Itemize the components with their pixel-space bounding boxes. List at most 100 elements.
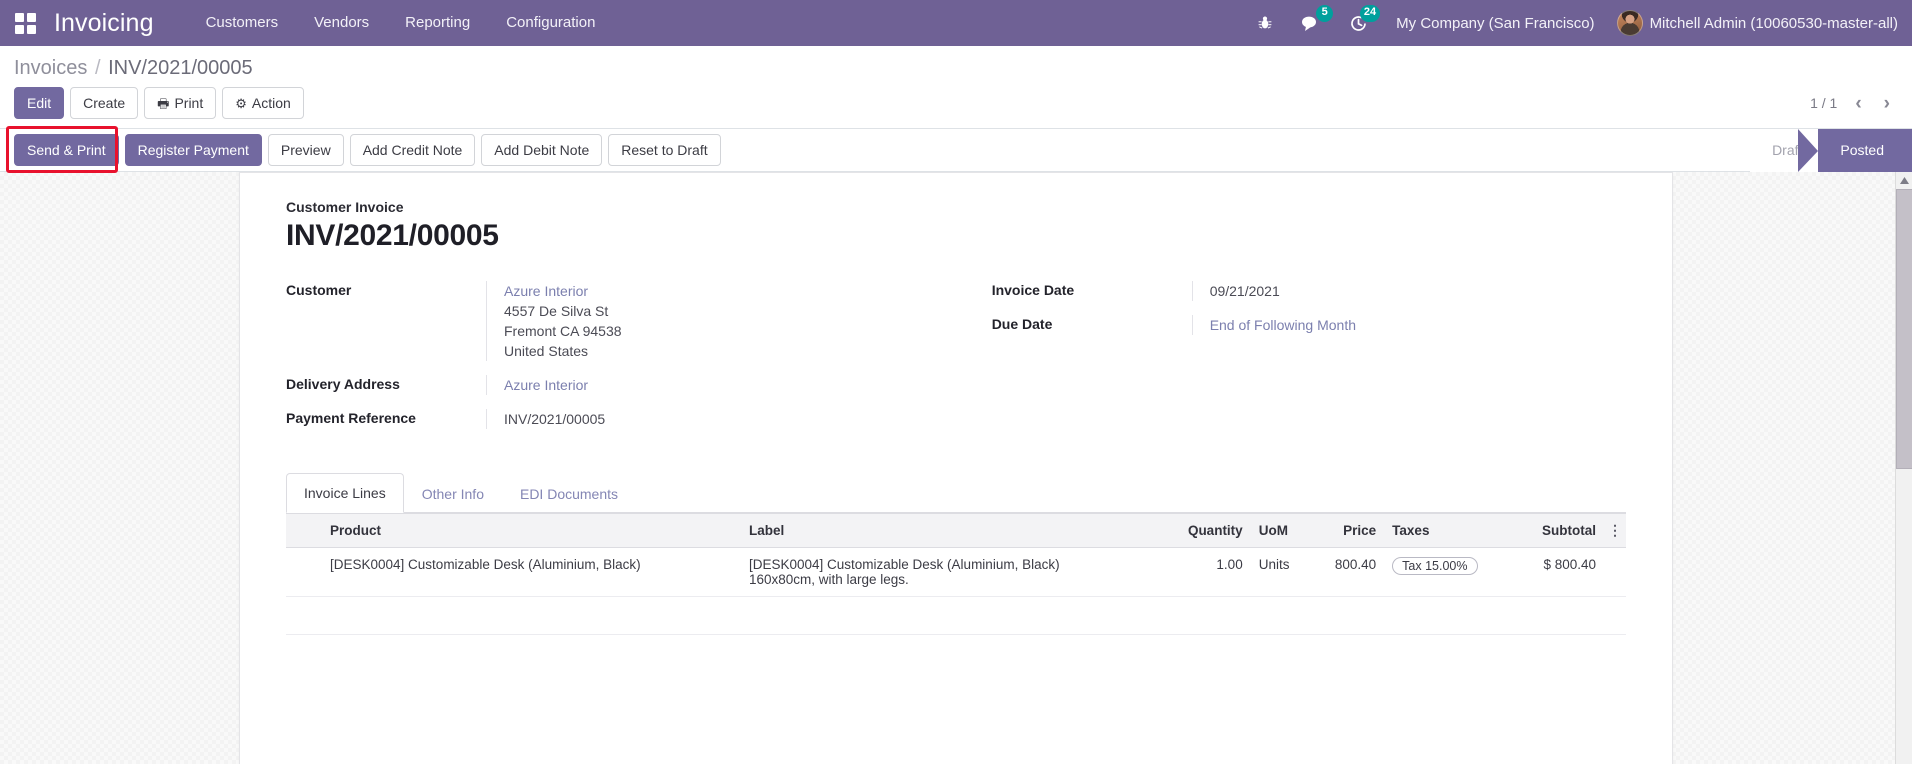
breadcrumb-item-current: INV/2021/00005 — [108, 57, 253, 79]
field-delivery-address-value: Azure Interior — [486, 375, 986, 395]
delivery-address-link[interactable]: Azure Interior — [504, 377, 588, 393]
messages-badge: 5 — [1316, 5, 1334, 22]
register-payment-button[interactable]: Register Payment — [124, 134, 262, 166]
notebook-tabs: Invoice Lines Other Info EDI Documents — [286, 473, 1626, 513]
record-sheet: Customer Invoice INV/2021/00005 Customer… — [239, 172, 1673, 764]
add-credit-note-button[interactable]: Add Credit Note — [349, 134, 476, 166]
field-invoice-date-value[interactable]: 09/21/2021 — [1191, 281, 1612, 301]
cell-subtotal: $ 800.40 — [1514, 547, 1604, 597]
table-row[interactable]: [DESK0004] Customizable Desk (Aluminium,… — [286, 547, 1626, 597]
field-invoice-date-label: Invoice Date — [991, 282, 1075, 298]
workflow-buttons: Send & Print Register Payment Preview Ad… — [6, 126, 721, 173]
scrollbar-up-arrow-icon[interactable] — [1896, 172, 1912, 189]
menu-item-vendors[interactable]: Vendors — [296, 0, 387, 46]
customer-address-line-2: Fremont CA 94538 — [504, 323, 622, 339]
avatar — [1616, 10, 1643, 36]
pager-counter: 1 / 1 — [1810, 95, 1838, 111]
due-date-link[interactable]: End of Following Month — [1210, 317, 1356, 333]
column-header-subtotal[interactable]: Subtotal — [1514, 513, 1604, 548]
menu-item-customers[interactable]: Customers — [188, 0, 297, 46]
breadcrumb-item-invoices[interactable]: Invoices — [14, 57, 87, 79]
fields-right-column: Invoice Date 09/21/2021 Due Date End of … — [992, 281, 1626, 443]
field-invoice-date: Invoice Date 09/21/2021 — [992, 281, 1626, 301]
print-button[interactable]: 🖶 Print — [144, 87, 217, 119]
table-row-empty[interactable] — [286, 596, 1626, 635]
pager-next-button[interactable]: › — [1880, 94, 1894, 113]
send-and-print-button[interactable]: Send & Print — [14, 134, 119, 166]
column-header-product[interactable]: Product — [322, 513, 741, 548]
field-due-date-label: Due Date — [991, 316, 1053, 332]
menu-item-configuration[interactable]: Configuration — [488, 0, 613, 46]
field-customer: Customer Azure Interior 4557 De Silva St… — [286, 281, 992, 361]
pager-previous-button[interactable]: ‹ — [1851, 94, 1865, 113]
field-due-date-value: End of Following Month — [1191, 315, 1612, 335]
control-panel-top-row: Invoices / INV/2021/00005 — [14, 46, 1898, 80]
preview-button[interactable]: Preview — [267, 134, 344, 166]
cell-product[interactable]: [DESK0004] Customizable Desk (Aluminium,… — [322, 547, 741, 597]
customer-link[interactable]: Azure Interior — [504, 281, 986, 301]
content-area: Customer Invoice INV/2021/00005 Customer… — [0, 172, 1912, 764]
user-name: Mitchell Admin (10060530-master-all) — [1649, 14, 1898, 32]
cell-quantity[interactable]: 1.00 — [1159, 547, 1251, 597]
page-title: INV/2021/00005 — [286, 219, 499, 252]
pager: 1 / 1 ‹ › — [1810, 94, 1898, 113]
vertical-scrollbar[interactable] — [1895, 172, 1912, 764]
customer-address-line-3: United States — [504, 343, 589, 359]
app-brand-invoicing[interactable]: Invoicing — [54, 9, 154, 38]
status-stages: Draft Posted — [1750, 128, 1912, 172]
top-navbar: Invoicing Customers Vendors Reporting Co… — [0, 0, 1912, 46]
field-payment-reference-value[interactable]: INV/2021/00005 — [486, 409, 986, 429]
messages-menu[interactable]: 5 — [1287, 0, 1335, 46]
record-fields: Customer Azure Interior 4557 De Silva St… — [286, 281, 1626, 443]
tab-edi-documents[interactable]: EDI Documents — [502, 474, 636, 513]
row-handle-cell — [286, 547, 322, 597]
menu-item-reporting[interactable]: Reporting — [387, 0, 488, 46]
invoice-lines-table: Product Label Quantity UoM Price Taxes S… — [286, 513, 1626, 635]
gear-icon: ⚙ — [235, 96, 247, 111]
edit-button[interactable]: Edit — [14, 87, 65, 119]
activities-menu[interactable]: 24 — [1335, 0, 1382, 46]
fields-left-column: Customer Azure Interior 4557 De Silva St… — [286, 281, 992, 443]
tab-invoice-lines[interactable]: Invoice Lines — [286, 473, 404, 513]
navbar-right-group: 5 24 My Company (San Francisco) Mitchell… — [1243, 0, 1912, 46]
column-header-price[interactable]: Price — [1310, 513, 1385, 548]
action-button-label: Action — [251, 95, 291, 111]
activities-badge: 24 — [1359, 5, 1381, 22]
cell-label[interactable]: [DESK0004] Customizable Desk (Aluminium,… — [740, 547, 1160, 597]
field-customer-value: Azure Interior 4557 De Silva St Fremont … — [486, 281, 986, 361]
cell-label-line-1: [DESK0004] Customizable Desk (Aluminium,… — [748, 557, 1060, 572]
column-header-uom[interactable]: UoM — [1250, 513, 1311, 548]
tab-other-info[interactable]: Other Info — [404, 474, 502, 513]
column-header-label[interactable]: Label — [740, 513, 1160, 548]
user-menu[interactable]: Mitchell Admin (10060530-master-all) — [1609, 10, 1912, 36]
cell-label-line-2: 160x80cm, with large legs. — [748, 572, 909, 587]
action-button[interactable]: ⚙ Action — [222, 87, 304, 119]
breadcrumb: Invoices / INV/2021/00005 — [14, 57, 253, 80]
cell-price[interactable]: 800.40 — [1310, 547, 1385, 597]
field-payment-reference-label: Payment Reference — [286, 410, 416, 426]
field-delivery-address-label: Delivery Address — [286, 376, 400, 392]
customer-address-line-1: 4557 De Silva St — [504, 303, 609, 319]
record-buttons: Edit Create 🖶 Print ⚙ Action — [14, 87, 304, 119]
create-button[interactable]: Create — [70, 87, 139, 119]
add-debit-note-button[interactable]: Add Debit Note — [481, 134, 603, 166]
company-switcher[interactable]: My Company (San Francisco) — [1382, 15, 1608, 32]
field-due-date: Due Date End of Following Month — [992, 315, 1626, 335]
cell-uom[interactable]: Units — [1250, 547, 1311, 597]
column-options-button[interactable]: ⋮ — [1604, 513, 1626, 548]
column-header-handle — [286, 513, 322, 548]
control-panel: Invoices / INV/2021/00005 Edit Create 🖶 P… — [0, 46, 1912, 129]
cell-taxes[interactable]: Tax 15.00% — [1384, 547, 1515, 597]
bug-icon[interactable] — [1243, 0, 1287, 46]
column-header-quantity[interactable]: Quantity — [1159, 513, 1251, 548]
options-vertical-icon[interactable]: ⋮ — [1608, 523, 1622, 537]
table-header-row: Product Label Quantity UoM Price Taxes S… — [286, 513, 1626, 548]
apps-grid-icon[interactable] — [8, 0, 42, 46]
status-stage-posted[interactable]: Posted — [1798, 128, 1912, 172]
scrollbar-thumb[interactable] — [1896, 189, 1912, 469]
tax-tag: Tax 15.00% — [1392, 557, 1478, 575]
column-header-taxes[interactable]: Taxes — [1384, 513, 1515, 548]
breadcrumb-separator: / — [94, 57, 101, 79]
field-delivery-address: Delivery Address Azure Interior — [286, 375, 992, 395]
reset-to-draft-button[interactable]: Reset to Draft — [608, 134, 721, 166]
